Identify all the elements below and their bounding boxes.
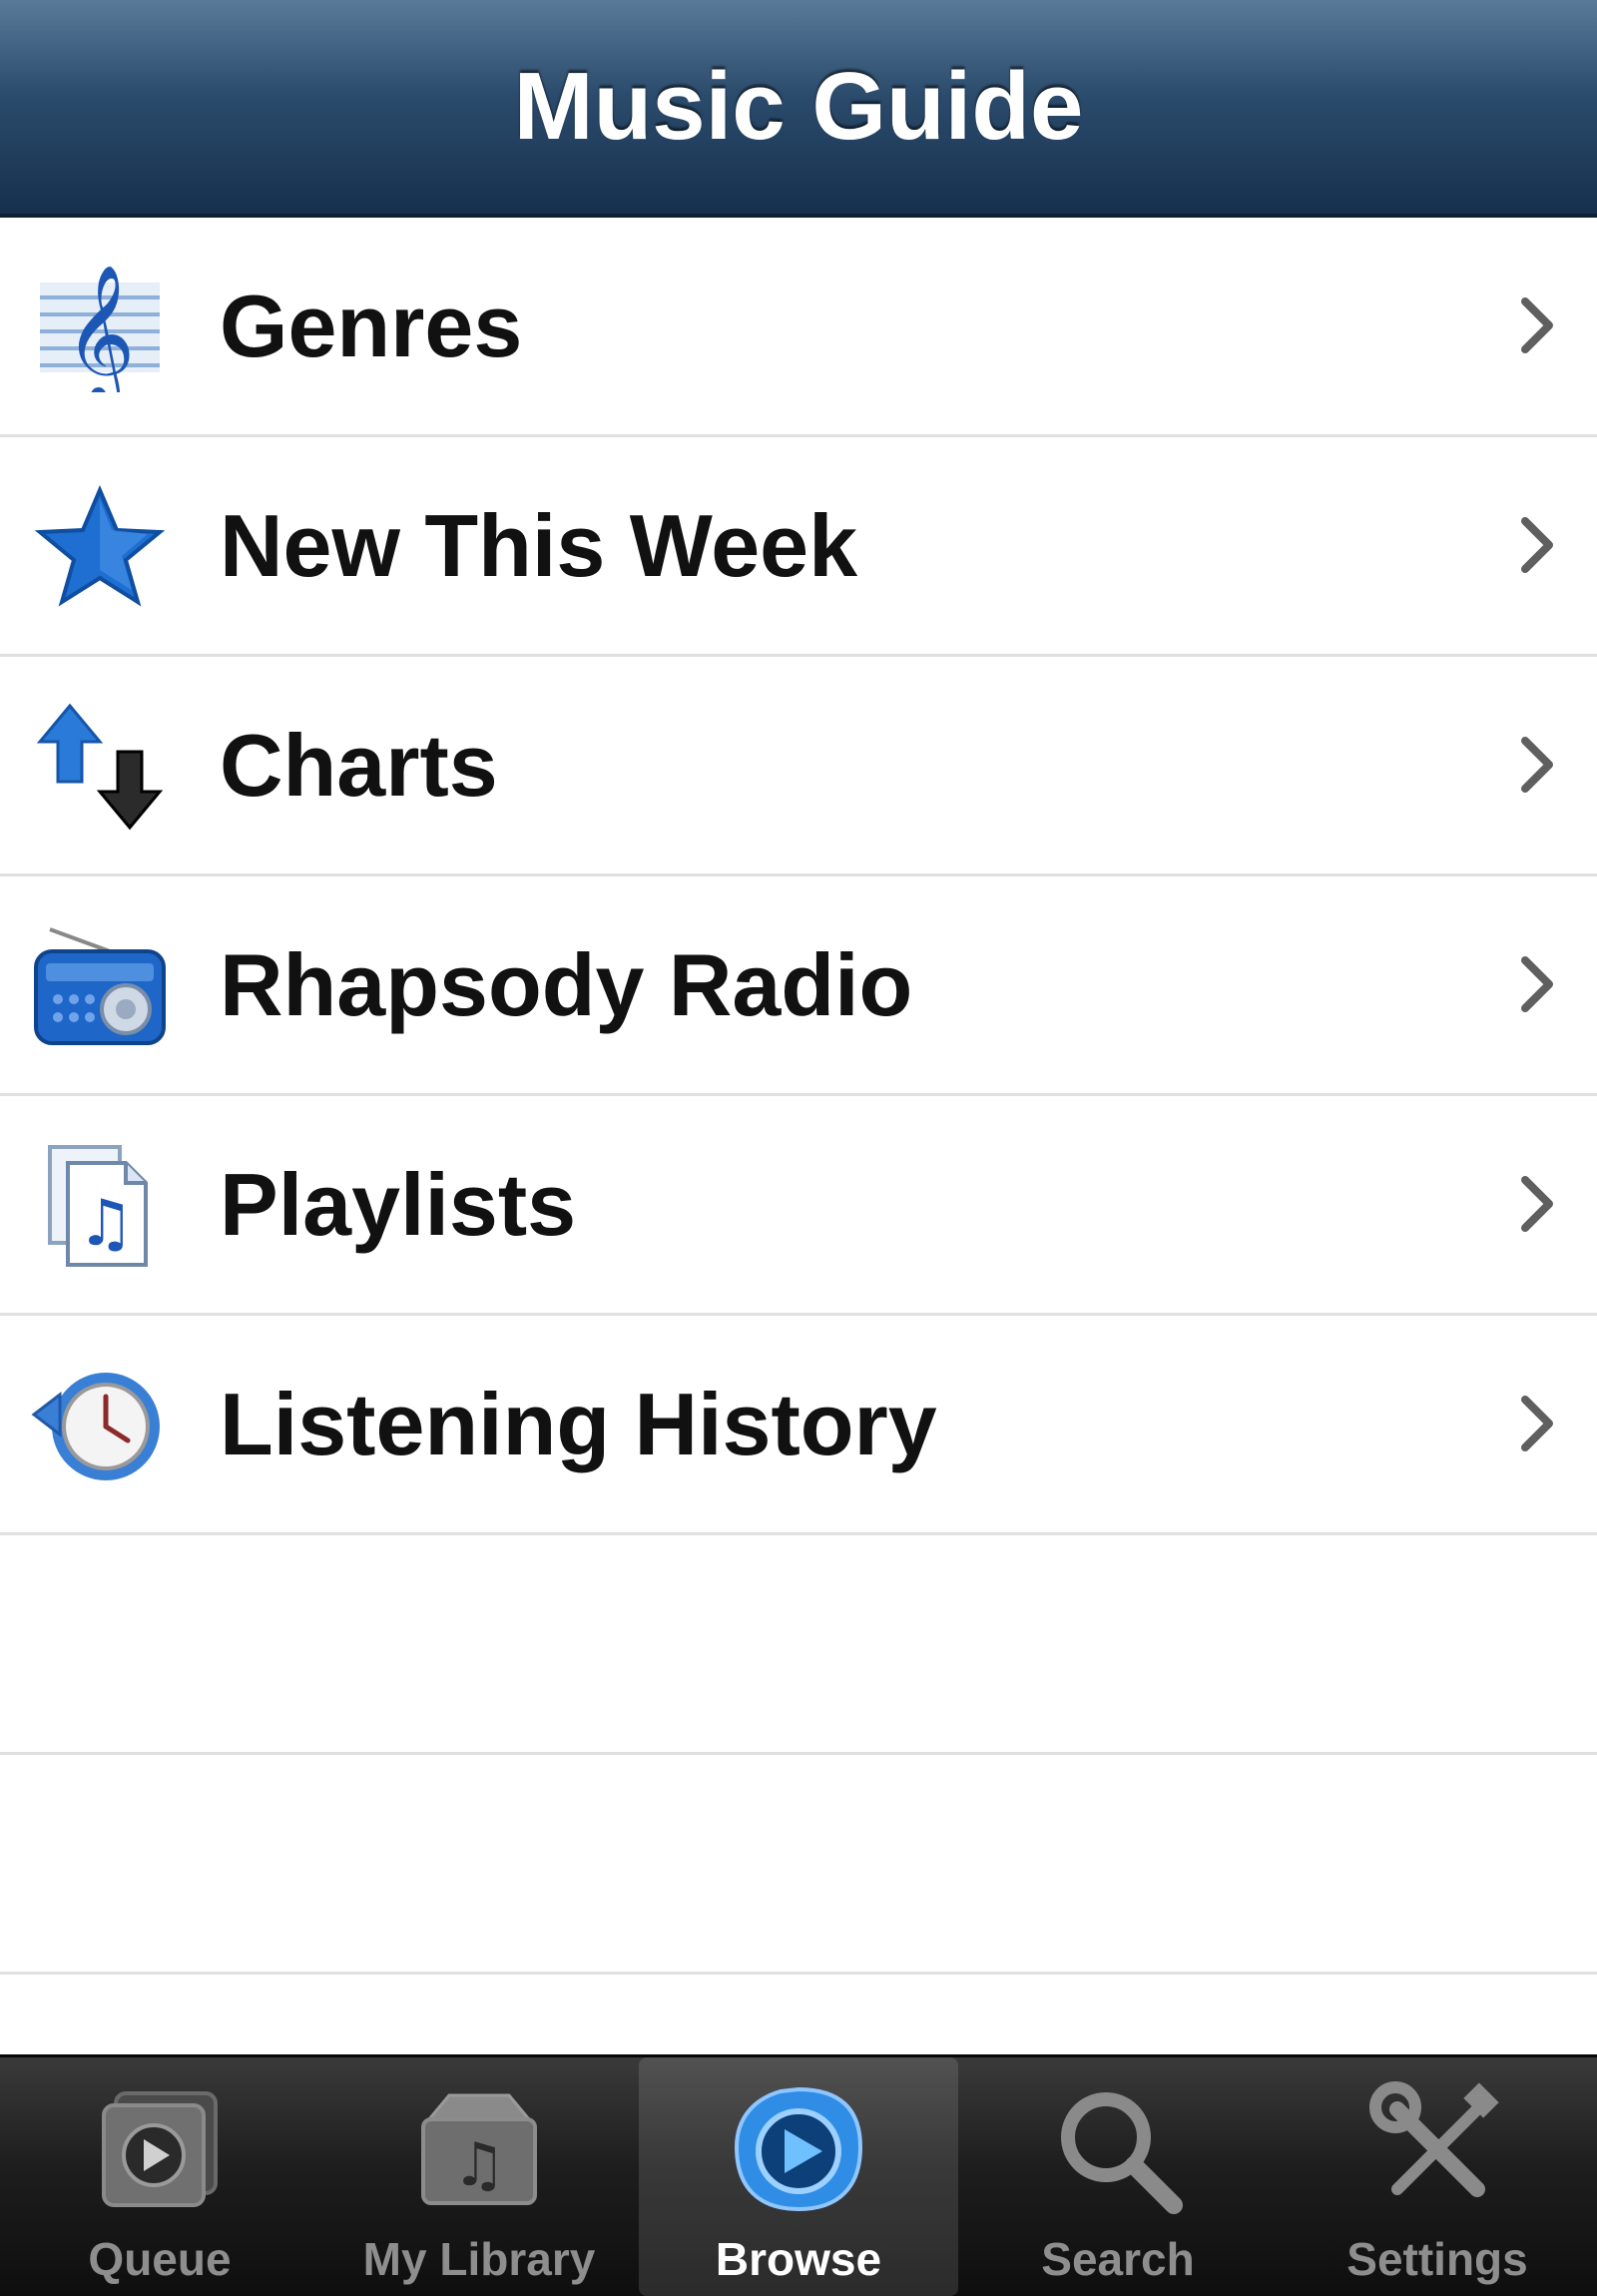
menu-item-rhapsody-radio[interactable]: Rhapsody Radio <box>0 876 1597 1096</box>
empty-row <box>0 1755 1597 1975</box>
menu-item-new-this-week[interactable]: New This Week <box>0 437 1597 657</box>
radio-icon <box>30 921 170 1051</box>
chevron-right-icon <box>1517 515 1557 575</box>
tab-search[interactable]: Search <box>958 2057 1278 2296</box>
chevron-right-icon <box>1517 1394 1557 1453</box>
playlist-document-icon: ♫ <box>30 1141 170 1271</box>
history-clock-icon <box>30 1361 170 1490</box>
magnifier-icon <box>1048 2079 1188 2219</box>
music-guide-menu: 𝄞 Genres New This Week Charts Rhapsody R… <box>0 218 1597 1975</box>
chevron-right-icon <box>1517 1174 1557 1234</box>
tab-label: My Library <box>362 2233 596 2285</box>
menu-item-label: Rhapsody Radio <box>220 935 913 1034</box>
tab-label: Search <box>1041 2233 1195 2285</box>
menu-item-label: Charts <box>220 716 498 815</box>
library-box-icon: ♫ <box>409 2079 549 2219</box>
menu-item-listening-history[interactable]: Listening History <box>0 1316 1597 1535</box>
menu-item-label: Genres <box>220 277 523 375</box>
menu-item-playlists[interactable]: ♫ Playlists <box>0 1096 1597 1316</box>
menu-item-label: Playlists <box>220 1155 577 1254</box>
chevron-right-icon <box>1517 735 1557 795</box>
tab-my-library[interactable]: ♫ My Library <box>319 2057 639 2296</box>
svg-text:♫: ♫ <box>452 2130 506 2200</box>
page-title: Music Guide <box>513 53 1084 160</box>
svg-text:𝄞: 𝄞 <box>65 265 136 392</box>
star-icon <box>30 482 170 612</box>
up-down-arrows-icon <box>30 702 170 832</box>
tab-label: Settings <box>1346 2233 1528 2285</box>
treble-clef-icon: 𝄞 <box>30 263 170 392</box>
tab-queue[interactable]: Queue <box>0 2057 319 2296</box>
chevron-right-icon <box>1517 295 1557 355</box>
tab-bar: Queue ♫ My Library Browse Search Setting… <box>0 2054 1597 2296</box>
tab-label: Browse <box>715 2233 882 2285</box>
chevron-right-icon <box>1517 954 1557 1014</box>
browse-play-icon <box>729 2079 868 2219</box>
tab-settings[interactable]: Settings <box>1278 2057 1597 2296</box>
wrench-screwdriver-icon <box>1367 2079 1507 2219</box>
menu-item-label: New This Week <box>220 496 858 595</box>
tab-label: Queue <box>88 2233 232 2285</box>
menu-item-genres[interactable]: 𝄞 Genres <box>0 218 1597 437</box>
svg-text:♫: ♫ <box>77 1187 134 1261</box>
navigation-bar: Music Guide <box>0 0 1597 218</box>
empty-row <box>0 1535 1597 1755</box>
menu-item-label: Listening History <box>220 1375 937 1473</box>
tab-browse[interactable]: Browse <box>639 2057 958 2296</box>
menu-item-charts[interactable]: Charts <box>0 657 1597 876</box>
queue-play-icon <box>90 2079 230 2219</box>
